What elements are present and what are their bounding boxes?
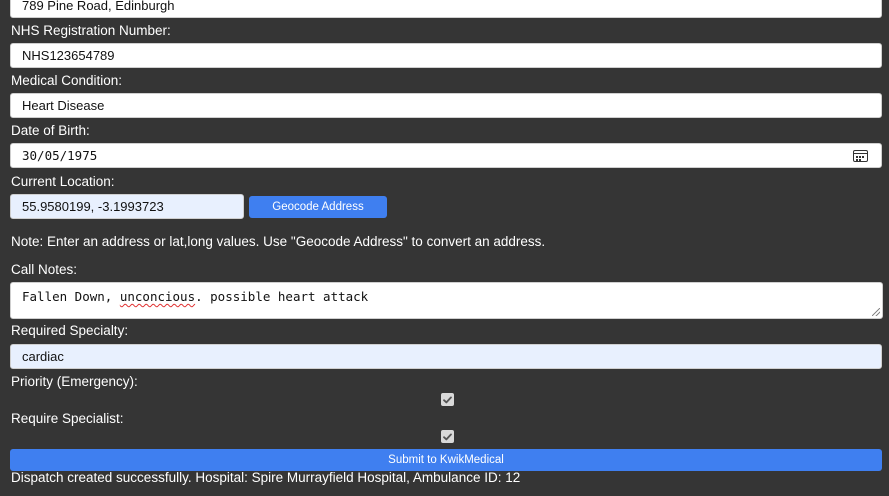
call-notes-text: Fallen Down, unconcious. possible heart …: [22, 289, 368, 304]
location-value: 55.9580199, -3.1993723: [22, 199, 164, 214]
geocode-address-button[interactable]: Geocode Address: [249, 196, 387, 218]
dob-value: 30/05/1975: [22, 148, 98, 163]
calendar-icon[interactable]: [853, 149, 868, 162]
submit-button[interactable]: Submit to KwikMedical: [10, 449, 882, 471]
condition-label: Medical Condition:: [11, 73, 123, 88]
address-note: Note: Enter an address or lat,long value…: [11, 234, 546, 249]
specialty-label: Required Specialty:: [11, 323, 129, 338]
nhs-label: NHS Registration Number:: [11, 23, 171, 38]
call-notes-label: Call Notes:: [11, 262, 78, 277]
specialty-input[interactable]: cardiac: [10, 344, 882, 369]
condition-input[interactable]: Heart Disease: [10, 93, 882, 118]
call-notes-part: Fallen Down,: [22, 289, 120, 304]
location-label: Current Location:: [11, 174, 115, 189]
condition-value: Heart Disease: [22, 98, 105, 113]
priority-label: Priority (Emergency):: [11, 374, 138, 389]
specialist-label: Require Specialist:: [11, 411, 124, 426]
address-input[interactable]: 789 Pine Road, Edinburgh: [10, 0, 882, 18]
nhs-input[interactable]: NHS123654789: [10, 43, 882, 68]
check-icon: [443, 433, 452, 440]
location-input[interactable]: 55.9580199, -3.1993723: [10, 194, 244, 219]
call-notes-part: . possible heart attack: [195, 289, 369, 304]
misspelled-word: unconcious: [119, 289, 196, 304]
call-notes-textarea[interactable]: Fallen Down, unconcious. possible heart …: [10, 282, 883, 319]
check-icon: [443, 396, 452, 403]
dob-label: Date of Birth:: [11, 123, 90, 138]
status-message: Dispatch created successfully. Hospital:…: [11, 470, 521, 485]
priority-checkbox[interactable]: [441, 393, 454, 406]
dob-input[interactable]: 30/05/1975: [10, 143, 882, 168]
address-value: 789 Pine Road, Edinburgh: [22, 0, 175, 13]
specialist-checkbox[interactable]: [441, 430, 454, 443]
nhs-value: NHS123654789: [22, 48, 115, 63]
resize-handle[interactable]: [872, 308, 880, 316]
specialty-value: cardiac: [22, 349, 64, 364]
